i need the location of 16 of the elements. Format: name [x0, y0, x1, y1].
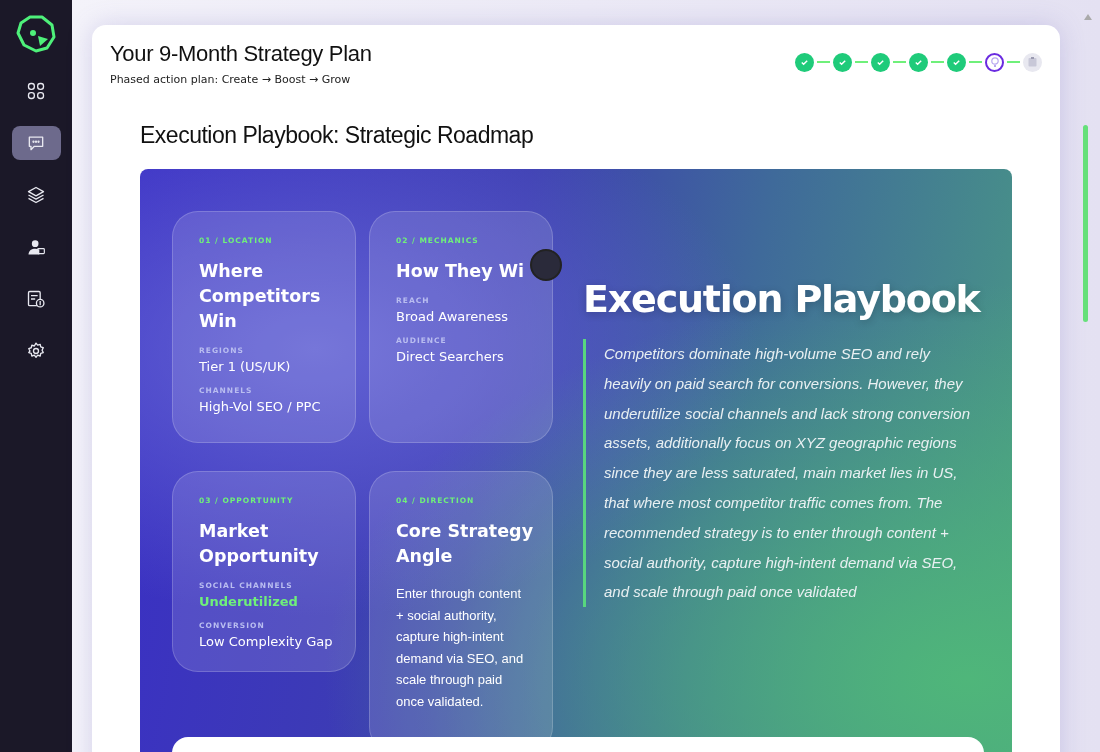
section-title: Execution Playbook: Strategic Roadmap [140, 122, 535, 149]
page-title: Your 9-Month Strategy Plan [110, 41, 372, 67]
playbook-summary: Competitors dominate high-volume SEO and rely heavily on paid search for conversions. However, they underutilize social channels and lack strong conversion assets, additionally focus on XYZ geographic regions since they are less saturated, main market lies in US, that where most competitor traffic comes from. The recommended strategy is to enter through content + social authority, capture high-intent demand via SEO, and scale through paid once validated [583, 339, 976, 608]
card-text: Enter through content + social authority, capture high-intent demand via SEO, and scale through paid once validated. [396, 585, 525, 711]
card-title: Where Competitors Win [199, 260, 322, 333]
field-value: Underutilized [199, 594, 299, 609]
card-title: Core Strategy Angle [396, 520, 535, 568]
field-value: Broad Awareness [396, 309, 510, 324]
page-subtitle: Phased action plan: Create → Boost → Grow [110, 73, 352, 86]
playbook-title: Execution Playbook [583, 277, 982, 321]
field-value: Tier 1 (US/UK) [199, 359, 292, 374]
card-title: Market Opportunity [199, 520, 320, 568]
card-title: How They Wi [396, 260, 524, 283]
field-value: High-Vol SEO / PPC [199, 399, 322, 414]
field-value: Direct Searchers [396, 349, 505, 364]
field-value: Low Complexity Gap [199, 634, 334, 649]
